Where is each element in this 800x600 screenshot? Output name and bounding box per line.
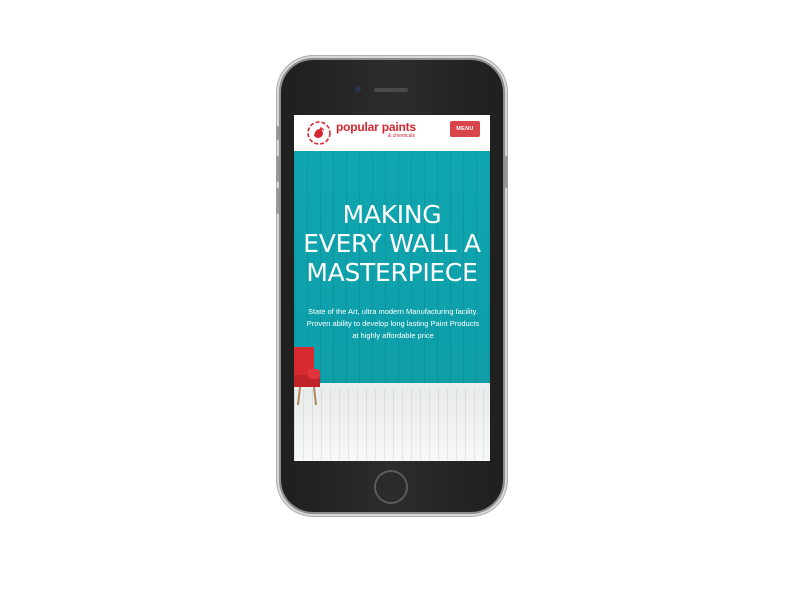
power-button [505, 156, 508, 188]
volume-up-button [276, 156, 279, 182]
front-camera [355, 86, 361, 92]
site-header: popular paints & chemicals MENU [294, 115, 490, 151]
mute-switch [276, 126, 279, 140]
phone-frame: popular paints & chemicals MENU MAKING E… [276, 60, 508, 512]
headline-line-2: EVERY WALL A [303, 229, 481, 258]
rooster-logo-icon[interactable] [305, 119, 333, 147]
volume-down-button [276, 188, 279, 214]
earpiece-speaker [374, 88, 408, 92]
red-armchair-image [294, 347, 320, 406]
hero-description: State of the Art, ultra modern Manufactu… [306, 307, 480, 340]
brand-subtitle: & chemicals [388, 133, 415, 139]
home-button [374, 470, 408, 504]
hero-headline: MAKING EVERY WALL A MASTERPIECE [294, 200, 490, 287]
menu-button[interactable]: MENU [450, 121, 480, 137]
wooden-floor [294, 389, 490, 461]
headline-line-1: MAKING [342, 200, 442, 229]
headline-line-3: MASTERPIECE [306, 258, 478, 287]
brand-name[interactable]: popular paints [336, 121, 416, 133]
phone-screen: popular paints & chemicals MENU MAKING E… [294, 115, 490, 461]
